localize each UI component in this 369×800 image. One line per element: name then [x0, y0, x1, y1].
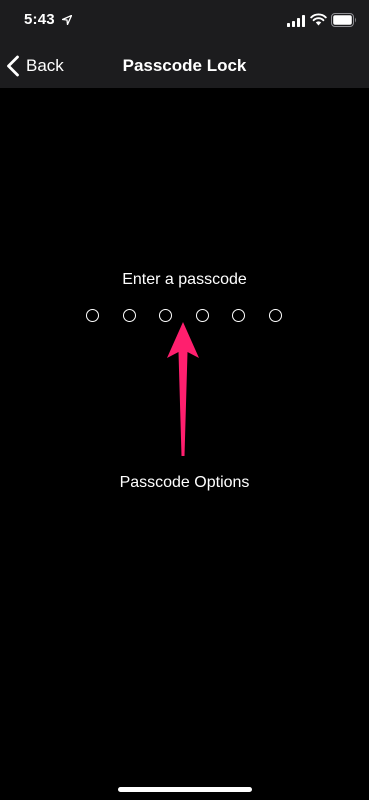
passcode-dot	[269, 309, 282, 322]
signal-icon	[287, 15, 305, 27]
passcode-dot	[159, 309, 173, 322]
page-title: Passcode Lock	[122, 56, 247, 75]
passcode-options-button[interactable]: Passcode Options	[0, 474, 369, 492]
passcode-dot	[122, 309, 136, 322]
annotation-arrow	[167, 322, 199, 456]
passcode-prompt: Enter a passcode	[122, 271, 247, 288]
location-icon	[62, 15, 72, 25]
screen: 5:43 Back Passcode Lock Enter a passcode…	[0, 0, 369, 800]
nav-bar: Back Passcode Lock	[0, 44, 369, 88]
status-bar: 5:43	[0, 0, 369, 44]
home-indicator	[118, 787, 252, 792]
status-time: 5:43	[24, 11, 55, 28]
passcode-dot	[195, 309, 209, 322]
battery-icon	[331, 13, 356, 27]
wifi-icon	[310, 13, 327, 26]
passcode-dot	[86, 309, 99, 322]
passcode-dot	[232, 309, 246, 322]
passcode-dots[interactable]	[86, 309, 286, 323]
